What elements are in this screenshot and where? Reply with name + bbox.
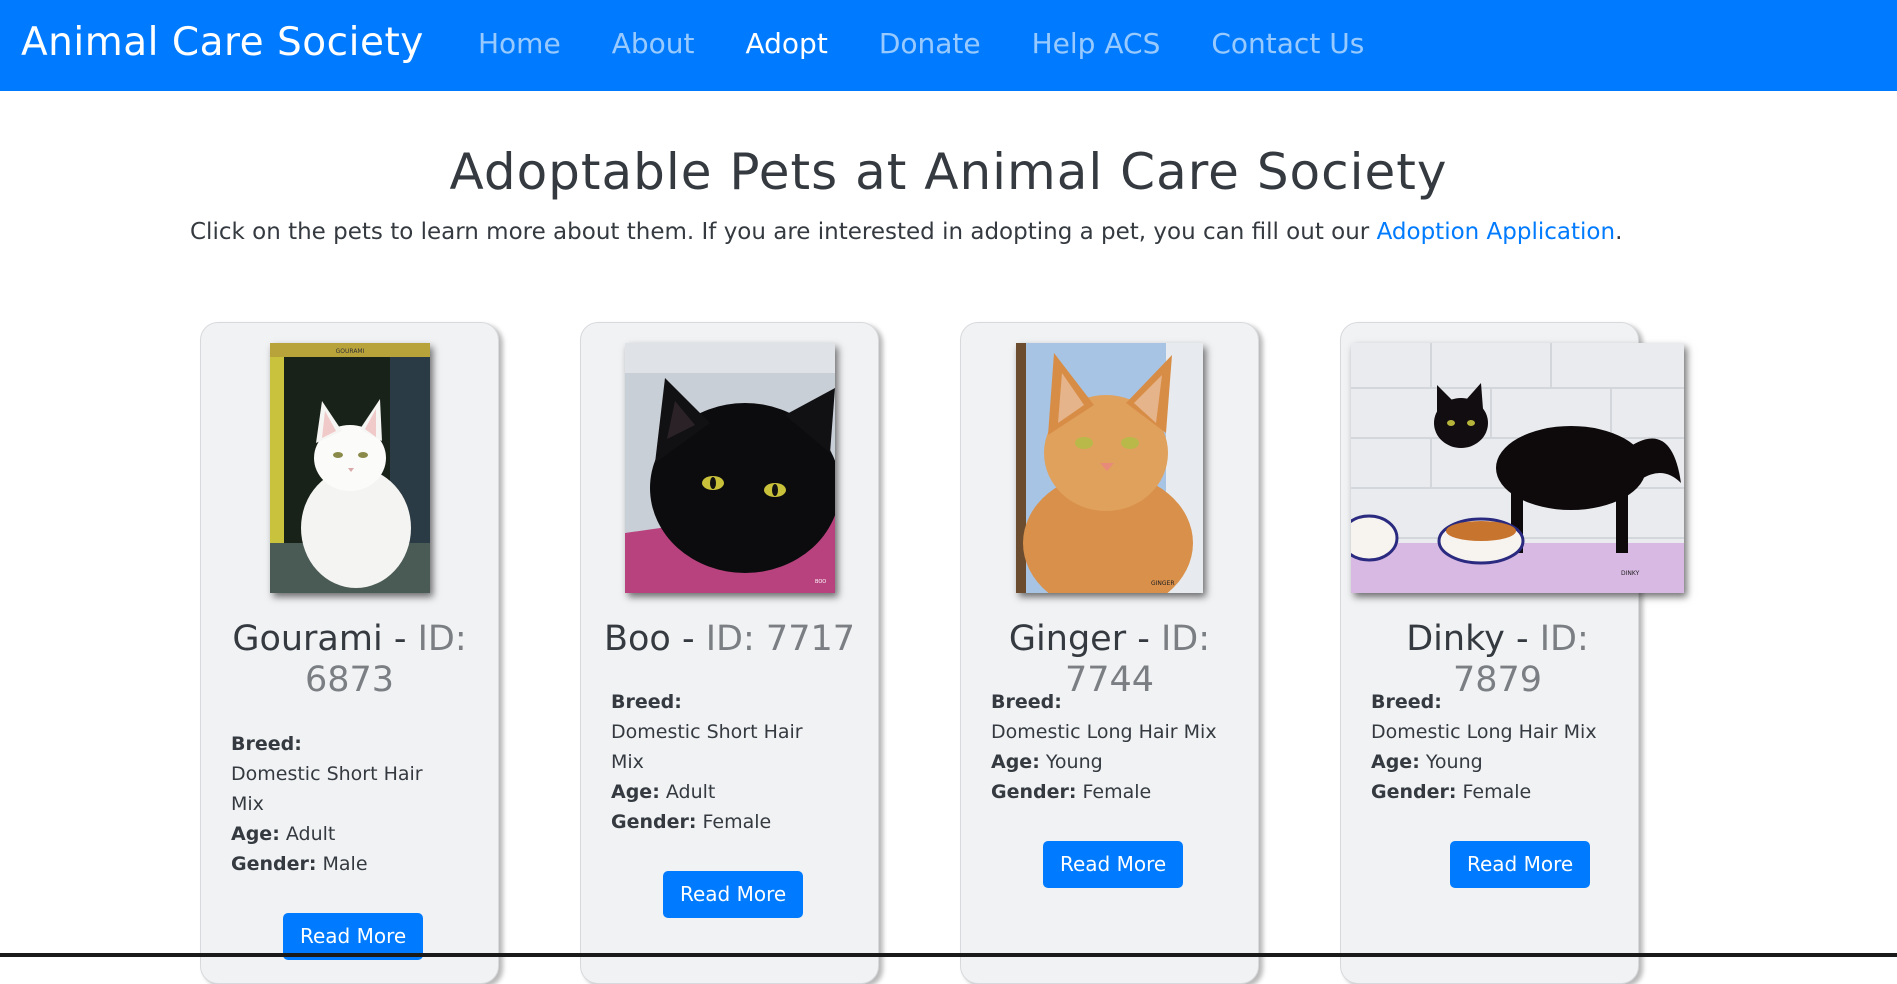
pet-info-gourami: Breed: Domestic Short Hair Mix Age: Adul…	[231, 729, 471, 879]
gender-value: Female	[1082, 781, 1152, 803]
age-label: Age:	[611, 781, 660, 803]
window-bottom-edge	[0, 953, 1897, 957]
gender-label: Gender:	[991, 781, 1077, 803]
photo-caption-dinky: DINKY	[1621, 570, 1640, 577]
gender-label: Gender:	[1371, 781, 1457, 803]
read-more-button-dinky[interactable]: Read More	[1450, 841, 1591, 888]
intro-text-end: .	[1615, 219, 1623, 245]
nav-about[interactable]: About	[612, 27, 695, 60]
age-value: Young	[1045, 751, 1103, 773]
breed-label: Breed:	[1371, 691, 1442, 713]
intro-text-start: Click on the pets to learn more about th…	[190, 219, 1377, 245]
pet-info-ginger: Breed: Domestic Long Hair Mix Age: Young…	[991, 687, 1231, 807]
pet-info-dinky: Breed: Domestic Long Hair Mix Age: Young…	[1371, 687, 1611, 807]
pet-name-ginger: Ginger	[1008, 619, 1127, 659]
title-separator: -	[670, 619, 706, 659]
pet-name-dinky: Dinky	[1406, 619, 1505, 659]
title-separator: -	[382, 619, 418, 659]
id-prefix: ID:	[705, 619, 766, 659]
nav-help-acs[interactable]: Help ACS	[1032, 27, 1161, 60]
pet-title-boo: Boo - ID: 7717	[591, 619, 868, 660]
breed-value: Domestic Long Hair Mix	[1371, 721, 1597, 743]
id-value: 6873	[304, 660, 395, 700]
breed-label: Breed:	[231, 733, 302, 755]
pet-info-boo: Breed: Domestic Short Hair Mix Age: Adul…	[611, 687, 851, 837]
pet-photo-dinky[interactable]: DINKY	[1351, 343, 1684, 593]
age-label: Age:	[1371, 751, 1420, 773]
gender-value: Male	[322, 853, 368, 875]
age-value: Adult	[665, 781, 716, 803]
age-label: Age:	[991, 751, 1040, 773]
pet-title-gourami: Gourami - ID: 6873	[211, 619, 488, 701]
pet-card-gourami[interactable]: GOURAMI Gourami - ID: 6873 Breed: Domest…	[200, 322, 499, 984]
photo-caption-ginger: GINGER	[1151, 580, 1175, 587]
nav-adopt[interactable]: Adopt	[745, 27, 827, 60]
breed-label: Breed:	[611, 691, 682, 713]
gender-label: Gender:	[611, 811, 697, 833]
page-title: Adoptable Pets at Animal Care Society	[449, 143, 1448, 201]
pet-photo-boo[interactable]: BOO	[625, 343, 835, 593]
brand-logo-link[interactable]: Animal Care Society	[21, 0, 424, 86]
gender-value: Female	[1462, 781, 1532, 803]
intro-text: Click on the pets to learn more about th…	[190, 219, 1622, 245]
breed-value: Domestic Short Hair Mix	[611, 721, 803, 773]
id-prefix: ID:	[1160, 619, 1211, 659]
breed-label: Breed:	[991, 691, 1062, 713]
pet-photo-ginger[interactable]: GINGER	[1016, 343, 1203, 593]
breed-value: Domestic Short Hair Mix	[231, 763, 423, 815]
pet-photo-gourami[interactable]: GOURAMI	[270, 343, 430, 593]
read-more-button-ginger[interactable]: Read More	[1043, 841, 1184, 888]
gender-value: Female	[702, 811, 772, 833]
title-separator: -	[1126, 619, 1161, 659]
breed-value: Domestic Long Hair Mix	[991, 721, 1217, 743]
pet-card-boo[interactable]: BOO Boo - ID: 7717 Breed: Domestic Short…	[580, 322, 879, 984]
navbar: Animal Care Society Home About Adopt Don…	[0, 0, 1897, 91]
age-value: Adult	[285, 823, 336, 845]
read-more-button-boo[interactable]: Read More	[663, 871, 804, 918]
pet-card-dinky[interactable]: DINKY Dinky - ID: 7879 Breed: Domestic L…	[1340, 322, 1684, 984]
nav-links: Home About Adopt Donate Help ACS Contact…	[478, 0, 1415, 86]
pet-name-gourami: Gourami	[232, 619, 383, 659]
photo-caption-boo: BOO	[815, 579, 826, 585]
nav-donate[interactable]: Donate	[879, 27, 981, 60]
photo-caption-gourami: GOURAMI	[336, 348, 365, 355]
id-prefix: ID:	[417, 619, 467, 659]
gender-label: Gender:	[231, 853, 317, 875]
pet-card-ginger[interactable]: GINGER Ginger - ID: 7744 Breed: Domestic…	[960, 322, 1259, 984]
age-value: Young	[1425, 751, 1483, 773]
adoption-application-link[interactable]: Adoption Application	[1377, 219, 1615, 245]
title-separator: -	[1504, 619, 1540, 659]
pet-id-boo: ID: 7717	[706, 619, 855, 659]
nav-contact-us[interactable]: Contact Us	[1211, 27, 1364, 60]
nav-home[interactable]: Home	[478, 27, 561, 60]
id-value: 7717	[765, 619, 855, 659]
pet-name-boo: Boo	[603, 619, 671, 659]
age-label: Age:	[231, 823, 280, 845]
id-prefix: ID:	[1539, 619, 1589, 659]
